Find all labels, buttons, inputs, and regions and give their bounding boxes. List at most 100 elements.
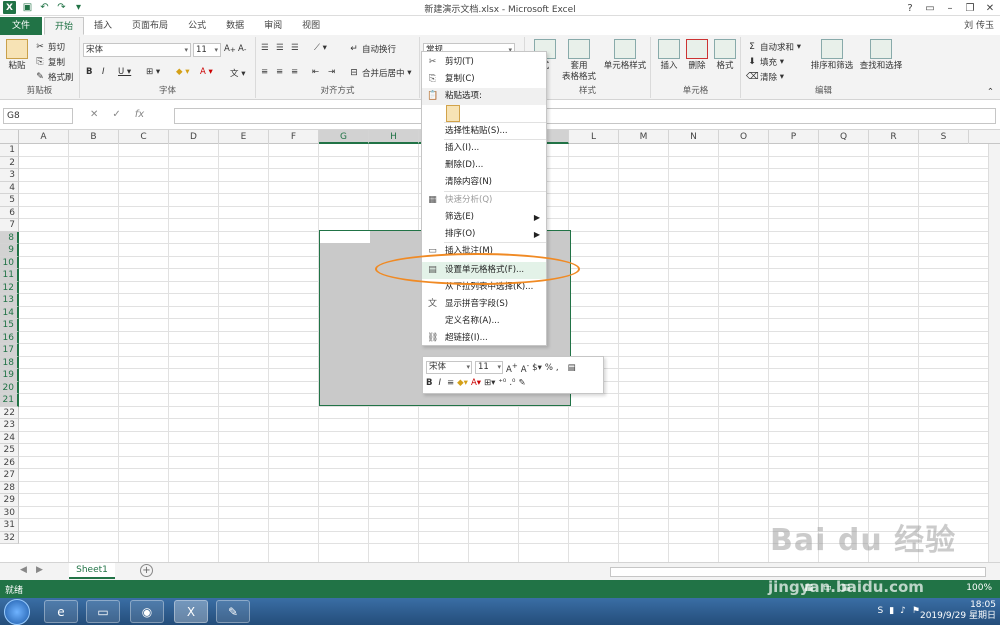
row-header[interactable]: 20 <box>0 381 19 394</box>
minimize-icon[interactable]: – <box>940 0 960 16</box>
orientation-icon[interactable]: ⟋ ▾ <box>314 43 327 53</box>
row-header[interactable]: 30 <box>0 506 19 519</box>
redo-icon[interactable]: ↷ <box>56 2 67 13</box>
context-menu-item[interactable]: ⎘ 复制(C) <box>422 71 546 88</box>
font-color-icon[interactable]: A ▾ <box>200 67 213 77</box>
grow-font-icon[interactable]: A+ <box>506 361 518 375</box>
fill-color-icon[interactable]: ◆▾ <box>457 378 468 388</box>
sheet-next-icon[interactable]: ▶ <box>36 565 43 575</box>
customize-qat-icon[interactable]: ▾ <box>73 2 84 13</box>
restore-icon[interactable]: ❐ <box>960 0 980 16</box>
sheet-tab[interactable]: Sheet1 <box>69 563 115 579</box>
column-header[interactable]: P <box>769 130 819 144</box>
row-header[interactable]: 32 <box>0 531 19 544</box>
row-header[interactable]: 19 <box>0 369 19 382</box>
align-center-icon[interactable]: ≡ <box>447 378 454 388</box>
cut-button[interactable]: ✂ 剪切 <box>34 41 65 54</box>
row-header[interactable]: 5 <box>0 194 19 207</box>
column-header[interactable]: G <box>319 130 369 144</box>
bold-icon[interactable]: B <box>426 378 432 388</box>
italic-icon[interactable]: I <box>438 378 441 388</box>
grow-font-icon[interactable]: A+ <box>224 44 236 54</box>
phonetic-guide-icon[interactable]: 文 ▾ <box>230 67 245 79</box>
undo-icon[interactable]: ↶ <box>39 2 50 13</box>
row-header[interactable]: 8 <box>0 231 19 244</box>
tab-home[interactable]: 开始 <box>44 17 85 35</box>
row-header[interactable]: 4 <box>0 181 19 194</box>
accounting-format-icon[interactable]: $▾ <box>532 363 542 373</box>
ie-icon[interactable]: e <box>44 600 78 623</box>
row-header[interactable]: 12 <box>0 281 19 294</box>
font-size-dropdown[interactable]: 11 <box>193 43 221 57</box>
paste-option-icon[interactable] <box>446 105 460 122</box>
context-menu-item[interactable]: 插入(I)... <box>422 140 546 157</box>
column-header[interactable]: B <box>69 130 119 144</box>
decrease-decimal-icon[interactable]: .⁰ <box>509 378 515 388</box>
row-header[interactable]: 22 <box>0 406 19 419</box>
sort-filter-button[interactable]: 排序和筛选 <box>807 39 857 72</box>
column-header[interactable]: Q <box>819 130 869 144</box>
add-sheet-icon[interactable]: + <box>140 564 153 577</box>
underline-icon[interactable]: U ▾ <box>118 67 131 77</box>
row-header[interactable]: 23 <box>0 419 19 432</box>
flag-icon[interactable]: ⚑ <box>912 606 920 616</box>
vertical-scrollbar[interactable] <box>988 144 1000 562</box>
select-all-corner[interactable] <box>0 130 19 144</box>
font-color-icon[interactable]: A▾ <box>471 378 481 388</box>
column-header[interactable]: F <box>269 130 319 144</box>
border-icon[interactable]: ⊞ ▾ <box>146 67 160 77</box>
align-bottom-icon[interactable]: ☰ <box>291 43 299 53</box>
column-header[interactable]: L <box>569 130 619 144</box>
fill-button[interactable]: ⬇ 填充 ▾ <box>746 56 784 69</box>
row-header[interactable]: 16 <box>0 331 19 344</box>
name-box[interactable]: G8 <box>3 108 73 124</box>
percent-icon[interactable]: % <box>545 363 553 373</box>
context-menu-item[interactable]: 排序(O) ▶ <box>422 226 546 243</box>
shrink-font-icon[interactable]: A- <box>521 361 529 375</box>
column-header[interactable]: E <box>219 130 269 144</box>
row-header[interactable]: 6 <box>0 206 19 219</box>
sheet-prev-icon[interactable]: ◀ <box>20 565 27 575</box>
network-icon[interactable]: ▮ <box>889 606 894 616</box>
mini-size-dropdown[interactable]: 11 <box>475 361 503 375</box>
row-header[interactable]: 1 <box>0 144 19 157</box>
row-header[interactable]: 18 <box>0 356 19 369</box>
column-header[interactable]: R <box>869 130 919 144</box>
input-method-icon[interactable]: S <box>878 606 884 616</box>
font-name-dropdown[interactable]: 宋体 <box>83 43 191 57</box>
row-header[interactable]: 2 <box>0 156 19 169</box>
clock[interactable]: 18:05 2019/9/29 星期日 <box>920 600 996 622</box>
copy-button[interactable]: ⎘ 复制 <box>34 56 65 69</box>
column-header[interactable]: A <box>19 130 69 144</box>
bold-icon[interactable]: B <box>86 67 92 77</box>
context-menu-item[interactable]: 文显示拼音字段(S) <box>422 296 546 313</box>
cancel-icon[interactable]: ✕ <box>90 109 98 120</box>
increase-decimal-icon[interactable]: ⁺⁰ <box>498 378 506 388</box>
fill-color-icon[interactable]: ◆ ▾ <box>176 67 190 77</box>
row-header[interactable]: 28 <box>0 481 19 494</box>
shrink-font-icon[interactable]: A- <box>238 44 246 54</box>
align-right-icon[interactable]: ≡ <box>291 67 298 77</box>
decrease-indent-icon[interactable]: ⇤ <box>312 67 319 77</box>
active-cell[interactable] <box>320 231 370 243</box>
row-header[interactable]: 10 <box>0 256 19 269</box>
start-button[interactable] <box>4 599 30 625</box>
wrap-text-button[interactable]: ↵ 自动换行 <box>348 43 396 56</box>
context-menu-item[interactable]: 清除内容(N) <box>422 174 546 191</box>
find-select-button[interactable]: 查找和选择 <box>857 39 905 72</box>
autosum-button[interactable]: Σ 自动求和 ▾ <box>746 41 801 54</box>
cell-styles-button[interactable]: 单元格样式 <box>601 39 649 72</box>
row-header[interactable]: 13 <box>0 294 19 307</box>
border-icon[interactable]: ⊞▾ <box>484 378 495 388</box>
tab-review[interactable]: 审阅 <box>254 17 292 35</box>
row-header[interactable]: 27 <box>0 469 19 482</box>
zoom-level[interactable]: 100% <box>966 583 992 593</box>
insert-function-icon[interactable]: fx <box>135 109 144 120</box>
row-header[interactable]: 29 <box>0 494 19 507</box>
row-header[interactable]: 24 <box>0 431 19 444</box>
formula-input[interactable] <box>174 108 996 124</box>
column-header[interactable]: D <box>169 130 219 144</box>
volume-icon[interactable]: ♪ <box>900 606 906 616</box>
excel-taskbar-icon[interactable]: X <box>174 600 208 623</box>
context-menu-item[interactable]: ⛓ 超链接(I)... <box>422 330 546 347</box>
